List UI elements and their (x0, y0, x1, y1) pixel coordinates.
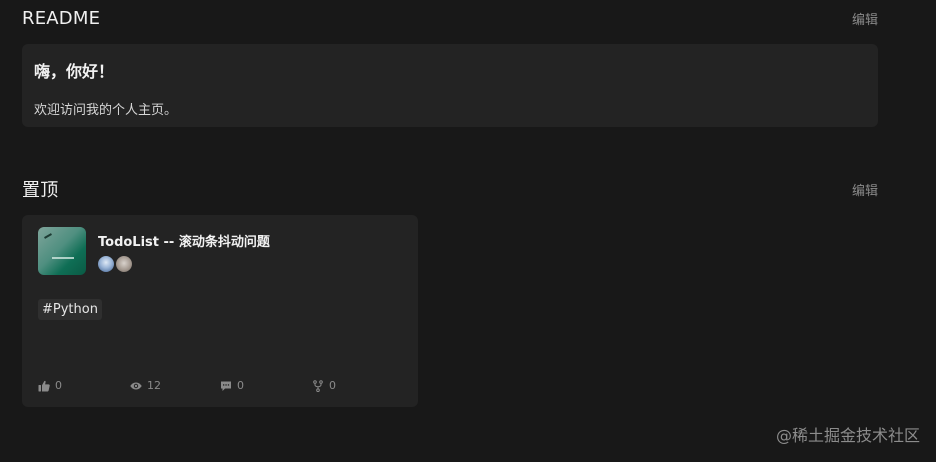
comment-count: 0 (237, 379, 244, 392)
view-stat: 12 (130, 379, 161, 392)
fork-icon (313, 379, 323, 392)
readme-header: README 编辑 (22, 6, 878, 30)
thumbs-up-icon (38, 380, 50, 391)
like-count: 0 (55, 379, 62, 392)
readme-text: 欢迎访问我的个人主页。 (34, 103, 178, 118)
eye-icon (130, 382, 142, 389)
pinned-project-card[interactable]: TodoList -- 滚动条抖动问题 #Python 0 12 0 0 (22, 215, 418, 407)
readme-edit-button[interactable]: 编辑 (852, 9, 878, 28)
profile-page: README 编辑 嗨，你好！ 欢迎访问我的个人主页。 置顶 编辑 TodoLi… (0, 0, 936, 462)
readme-title: README (22, 7, 101, 29)
contributor-avatars (98, 256, 132, 272)
readme-heading: 嗨，你好！ (34, 62, 115, 81)
project-stats: 0 12 0 0 (38, 379, 368, 395)
project-thumbnail[interactable] (38, 227, 86, 275)
pinned-edit-button[interactable]: 编辑 (852, 180, 878, 199)
view-count: 12 (147, 379, 161, 392)
fork-stat[interactable]: 0 (312, 379, 336, 392)
project-tag[interactable]: #Python (38, 299, 102, 320)
project-title[interactable]: TodoList -- 滚动条抖动问题 (98, 231, 270, 250)
thumbnail-mark (44, 233, 52, 239)
thumbnail-caption (52, 257, 74, 259)
watermark: @稀土掘金技术社区 (775, 426, 920, 445)
avatar[interactable] (98, 256, 114, 272)
avatar[interactable] (116, 256, 132, 272)
fork-count: 0 (329, 379, 336, 392)
pinned-header: 置顶 编辑 (22, 177, 878, 201)
readme-card: 嗨，你好！ 欢迎访问我的个人主页。 (22, 44, 878, 127)
like-stat[interactable]: 0 (38, 379, 62, 392)
comment-icon (221, 381, 231, 391)
comment-stat[interactable]: 0 (220, 379, 244, 392)
pinned-title: 置顶 (22, 180, 59, 201)
